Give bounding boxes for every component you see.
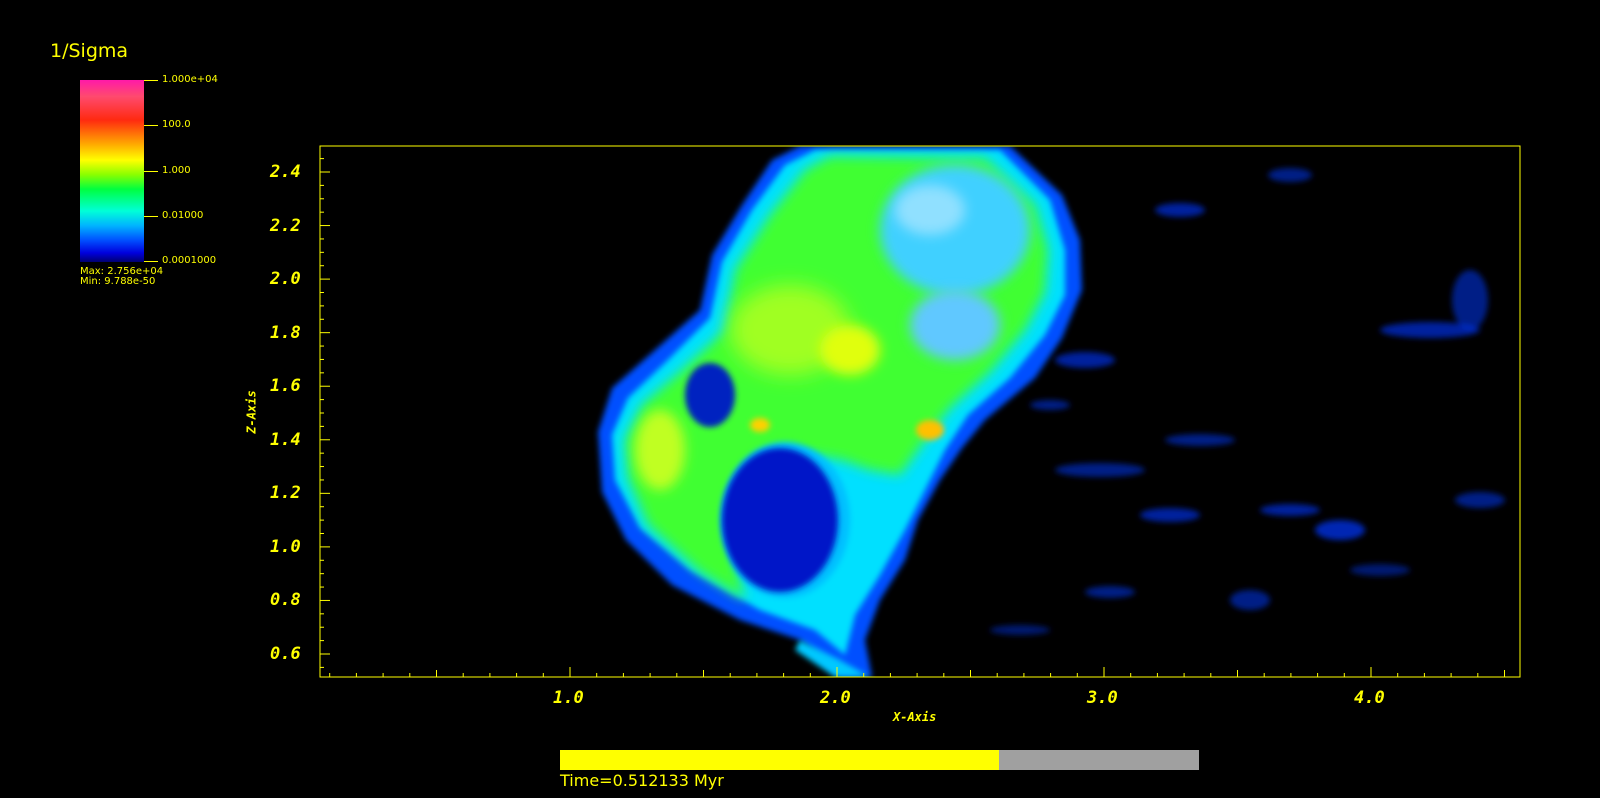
time-label: Time=0.512133 Myr <box>560 771 724 790</box>
x-axis-title: X-Axis <box>893 710 937 724</box>
time-progress-bar <box>560 750 1199 770</box>
density-highlight <box>635 410 685 490</box>
cavity <box>895 185 965 235</box>
y-axis-title: Z-Axis <box>244 390 259 434</box>
y-tick-label: 0.8 <box>270 590 301 610</box>
y-tick-label: 1.8 <box>270 323 301 343</box>
x-tick-label: 4.0 <box>1354 688 1385 708</box>
cavity <box>910 290 1000 360</box>
x-tick-label: 1.0 <box>553 688 584 708</box>
y-tick-label: 1.4 <box>270 430 301 450</box>
density-highlight <box>820 325 880 375</box>
y-tick-label: 2.2 <box>270 216 301 236</box>
y-tick-label: 2.0 <box>270 269 301 289</box>
density-hotspot <box>916 420 944 440</box>
y-tick-label: 1.2 <box>270 483 301 503</box>
field-image <box>598 146 1505 677</box>
x-tick-label: 2.0 <box>820 688 851 708</box>
pocket <box>685 363 735 427</box>
density-hotspot <box>750 418 770 432</box>
y-tick-label: 1.6 <box>270 376 301 396</box>
pseudocolor-plot <box>319 145 1521 678</box>
bubble <box>722 448 838 592</box>
x-tick-label: 3.0 <box>1087 688 1118 708</box>
time-progress-fill <box>560 750 1000 770</box>
y-tick-label: 2.4 <box>270 162 301 182</box>
y-tick-label: 0.6 <box>270 644 301 664</box>
y-tick-label: 1.0 <box>270 537 301 557</box>
cavity <box>880 165 1030 295</box>
